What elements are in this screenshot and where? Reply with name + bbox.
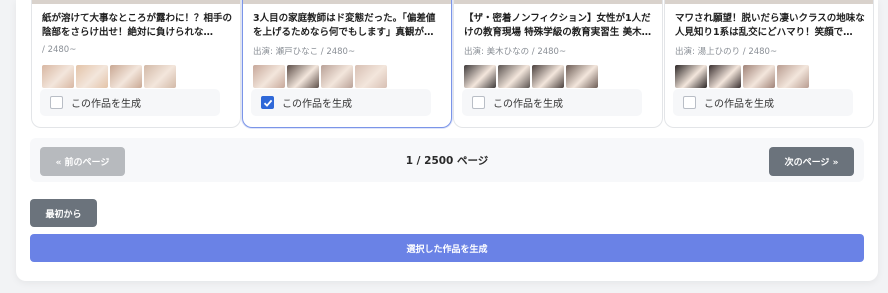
thumbnail[interactable] [42, 65, 74, 88]
generate-option[interactable]: この作品を生成 [40, 89, 220, 116]
generate-label: この作品を生成 [282, 99, 352, 110]
card-meta: 出演: 美木ひなの / 2480~ [464, 47, 567, 57]
thumbnail[interactable] [498, 65, 530, 88]
card-title[interactable]: マワされ願望！脱いだら凄いクラスの地味な人見知り1系は乱交にどハマり！笑顔で… [675, 12, 865, 40]
product-card-3[interactable]: 【ザ・密着ノンフィクション】女性が1人だけの教育現場 特殊学級の教育実習生 美木… [453, 0, 663, 128]
thumbnail[interactable] [287, 65, 319, 88]
thumbnail[interactable] [743, 65, 775, 88]
generate-label: この作品を生成 [493, 99, 563, 110]
product-card-2[interactable]: 3人目の家庭教師はド変態だった。「偏差値を上げるためなら何でもします」真観が… … [242, 0, 452, 128]
thumbnail[interactable] [709, 65, 741, 88]
thumbnail[interactable] [321, 65, 353, 88]
pagination-bar: « 前のページ 1 / 2500 ページ 次のページ » [30, 138, 864, 182]
product-card-1[interactable]: 紙が溶けて大事なところが露わに！？相手の陰部をさらけ出せ！絶対に負けられな… /… [31, 0, 241, 128]
generate-checkbox[interactable] [683, 96, 696, 109]
thumbnail-strip [675, 65, 809, 88]
product-card-4[interactable]: マワされ願望！脱いだら凄いクラスの地味な人見知り1系は乱交にどハマり！笑顔で… … [664, 0, 874, 128]
card-cover-edge [665, 0, 873, 4]
generate-checkbox[interactable] [50, 96, 63, 109]
generate-checkbox[interactable] [261, 96, 274, 109]
card-cover-edge [243, 0, 451, 4]
card-meta: 出演: 瀬戸ひなこ / 2480~ [253, 47, 356, 57]
thumbnail[interactable] [253, 65, 285, 88]
thumbnail-strip [464, 65, 598, 88]
thumbnail-strip [42, 65, 176, 88]
page-indicator: 1 / 2500 ページ [405, 155, 489, 167]
thumbnail[interactable] [355, 65, 387, 88]
thumbnail[interactable] [675, 65, 707, 88]
generate-option[interactable]: この作品を生成 [673, 89, 853, 116]
next-page-button[interactable]: 次のページ » [769, 147, 854, 176]
checkmark-icon [263, 99, 272, 107]
generate-option[interactable]: この作品を生成 [462, 89, 642, 116]
generate-option[interactable]: この作品を生成 [251, 89, 431, 116]
thumbnail[interactable] [532, 65, 564, 88]
first-page-button[interactable]: 最初から [30, 199, 97, 227]
generate-selected-button[interactable]: 選択した作品を生成 [30, 234, 864, 262]
thumbnail-strip [253, 65, 387, 88]
thumbnail[interactable] [144, 65, 176, 88]
thumbnail[interactable] [76, 65, 108, 88]
thumbnail[interactable] [464, 65, 496, 88]
card-cover-edge [32, 0, 240, 4]
thumbnail[interactable] [777, 65, 809, 88]
card-cover-edge [454, 0, 662, 4]
thumbnail[interactable] [566, 65, 598, 88]
card-title[interactable]: 紙が溶けて大事なところが露わに！？相手の陰部をさらけ出せ！絶対に負けられな… [42, 12, 232, 40]
card-title[interactable]: 3人目の家庭教師はド変態だった。「偏差値を上げるためなら何でもします」真観が… [253, 12, 443, 40]
generate-label: この作品を生成 [71, 99, 141, 110]
card-title[interactable]: 【ザ・密着ノンフィクション】女性が1人だけの教育現場 特殊学級の教育実習生 美木… [464, 12, 654, 40]
thumbnail[interactable] [110, 65, 142, 88]
card-meta: / 2480~ [42, 45, 77, 55]
card-meta: 出演: 湯上ひのり / 2480~ [675, 47, 778, 57]
generate-label: この作品を生成 [704, 99, 774, 110]
generate-checkbox[interactable] [472, 96, 485, 109]
